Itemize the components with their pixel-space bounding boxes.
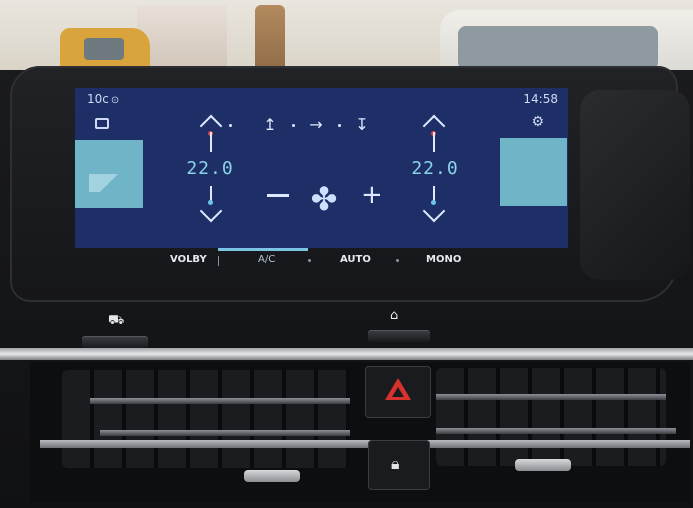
recirculation-icon[interactable]: [95, 118, 109, 129]
fan-settings-icon[interactable]: ⚙: [531, 114, 544, 130]
scene: 10c ⊙ 14:58 ⚙ 22.0 22.0 ↥ → ↧ ✤ + VOLBY …: [0, 0, 693, 508]
mode-separator: [308, 259, 311, 262]
auto-button[interactable]: AUTO: [340, 254, 371, 265]
right-air-vent: [436, 368, 666, 466]
airflow-separator: [338, 124, 341, 127]
ac-button[interactable]: A/C: [258, 254, 275, 265]
climate-screen: 10c ⊙ 14:58 ⚙ 22.0 22.0 ↥ → ↧ ✤ +: [75, 88, 568, 248]
home-icon: ⌂: [390, 308, 399, 323]
seat-left-icon: [89, 174, 129, 192]
airflow-feet-icon[interactable]: ↧: [349, 112, 375, 138]
background-poster: [137, 5, 227, 75]
background-tree: [255, 5, 285, 75]
airflow-separator: [292, 124, 295, 127]
chrome-trim: [0, 348, 693, 360]
vent-slat: [436, 428, 676, 434]
vent-slat: [100, 430, 350, 436]
map-pin-icon: ⊙: [110, 95, 120, 106]
seat-heating-right-button[interactable]: [500, 138, 567, 206]
seat-heating-left-button[interactable]: [75, 140, 143, 208]
bezel-right-edge: [580, 90, 690, 280]
ac-active-indicator: [218, 248, 308, 251]
left-vent-knob[interactable]: [244, 470, 300, 482]
airflow-separator: [229, 124, 232, 127]
mono-button[interactable]: MONO: [426, 254, 461, 265]
right-temp-stem-top: [433, 132, 435, 152]
lock-icon: 🔒︎: [391, 454, 400, 473]
left-air-vent: [62, 370, 350, 468]
mode-bar: VOLBY A/C AUTO MONO: [170, 248, 480, 270]
fan-icon: ✤: [310, 180, 338, 218]
car-icon: ⛟: [108, 313, 125, 328]
right-temperature: 22.0: [411, 158, 459, 179]
fan-speed-up-button[interactable]: +: [361, 182, 383, 208]
airflow-body-icon[interactable]: →: [303, 112, 329, 138]
right-temp-down-button[interactable]: [422, 199, 446, 223]
airflow-selector: ↥ → ↧: [229, 112, 377, 142]
clock: 14:58: [523, 92, 558, 106]
left-temp-stem-top: [210, 132, 212, 152]
background-car-window: [84, 38, 124, 60]
central-lock-button[interactable]: 🔒︎: [368, 440, 430, 490]
vent-slat: [90, 398, 350, 404]
chrome-trim-lower: [40, 440, 690, 448]
mode-separator: [218, 256, 219, 266]
left-temperature: 22.0: [186, 158, 234, 179]
right-vent-knob[interactable]: [515, 459, 571, 471]
outside-temperature: 10c ⊙: [87, 92, 119, 106]
volby-button[interactable]: VOLBY: [170, 254, 207, 265]
vehicle-menu-button[interactable]: [82, 336, 148, 348]
hazard-icon-inner: [392, 387, 404, 397]
hazard-button[interactable]: [365, 366, 431, 418]
mode-separator: [396, 259, 399, 262]
background-van-window: [458, 26, 658, 70]
vent-slat: [436, 394, 666, 400]
outside-temp-value: 10c: [87, 92, 109, 106]
fan-speed-down-button[interactable]: [267, 194, 289, 197]
left-temp-down-button[interactable]: [199, 199, 223, 223]
home-button[interactable]: [368, 330, 430, 342]
airflow-face-icon[interactable]: ↥: [257, 112, 283, 138]
